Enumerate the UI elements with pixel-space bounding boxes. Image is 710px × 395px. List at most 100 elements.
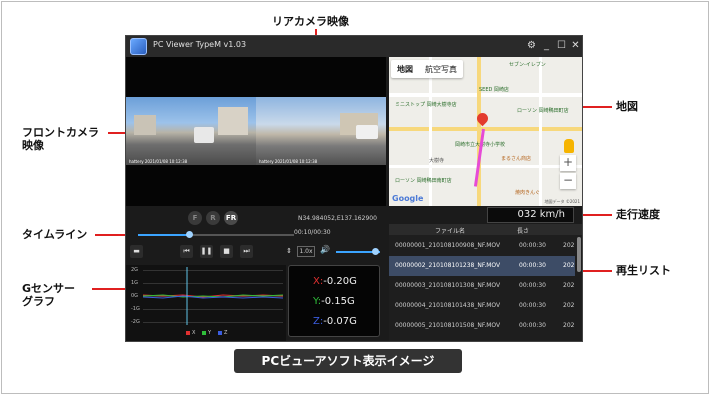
map-label: まるさん商店 <box>501 156 532 162</box>
legend-y-label: Y <box>208 330 212 336</box>
front-camera-button[interactable]: F <box>188 211 202 225</box>
close-icon[interactable]: ✕ <box>569 39 582 52</box>
app-window: PC Viewer TypeM v1.03 ⚙ _ ☐ ✕ hattery 20… <box>125 35 583 342</box>
row-date: 202 <box>563 242 575 249</box>
row-length: 00:00:30 <box>519 262 546 269</box>
row-filename: 00000001_210108100908_NF.MOV <box>395 242 501 249</box>
front-rear-camera-button[interactable]: FR <box>224 211 238 225</box>
gear-icon[interactable]: ⚙ <box>525 39 538 52</box>
app-title: PC Viewer TypeM v1.03 <box>153 40 247 49</box>
legend-x: X <box>186 330 195 336</box>
map-panel[interactable]: 地図 航空写真 セブン-イレブン SEED 岡崎店 ミニストップ 岡崎大樹寺店 … <box>389 57 582 206</box>
row-filename: 00000003_210108101308_NF.MOV <box>395 282 501 289</box>
skip-back-icon[interactable]: ⏮ <box>180 245 193 258</box>
video-area: hattery 2021/01/08 10:12:38 hattery 2021… <box>126 57 386 206</box>
zoom-in-button[interactable]: + <box>560 155 576 171</box>
row-filename: 00000004_210108101438_NF.MOV <box>395 302 501 309</box>
volume-handle[interactable] <box>372 248 379 255</box>
gsensor-values: X:-0.20G Y:-0.15G Z:-0.07G <box>288 265 380 337</box>
playlist-callout: 再生リスト <box>616 264 671 277</box>
playback-time: 00:10/00:30 <box>294 229 331 236</box>
gsensor-callout: Gセンサー グラフ <box>22 282 75 308</box>
table-row[interactable]: 00000002_210108101238_NF.MOV 00:00:30 202 <box>389 256 575 276</box>
tab-satellite[interactable]: 航空写真 <box>419 60 463 78</box>
speed-callout: 走行速度 <box>616 208 660 221</box>
map-label: 焼肉きんぐ <box>515 190 541 196</box>
map-credit: 地図データ ©2021 <box>544 199 580 204</box>
gsensor-callout-line1: Gセンサー <box>22 282 76 295</box>
row-length: 00:00:30 <box>519 302 546 309</box>
table-row[interactable]: 00000004_210108101438_NF.MOV 00:00:30 202 <box>389 296 575 316</box>
row-date: 202 <box>563 262 575 269</box>
map-label: ローソン 岡崎鴨田南町店 <box>395 178 452 184</box>
map-label: SEED 岡崎店 <box>479 87 509 93</box>
figure-caption: PCビューアソフト表示イメージ <box>234 349 462 373</box>
playback-speed-select[interactable]: 1.0x <box>297 246 315 257</box>
speed-display: 032 km/h <box>487 207 574 223</box>
row-date: 202 <box>563 322 575 329</box>
playlist-header: ファイル名 長さ <box>389 224 582 235</box>
gsensor-axis-label: 0G <box>131 293 139 299</box>
gsensor-callout-line2: グラフ <box>22 295 55 308</box>
stop-icon[interactable]: ■ <box>220 245 233 258</box>
skip-forward-icon[interactable]: ⏭ <box>240 245 253 258</box>
row-length: 00:00:30 <box>519 322 546 329</box>
app-logo-icon <box>130 38 147 55</box>
gsensor-y-value: Y:-0.15G <box>313 296 355 307</box>
playlist-scrollbar[interactable] <box>577 237 581 272</box>
gsensor-axis-label: 1G <box>131 280 139 286</box>
folder-icon[interactable]: ▬ <box>130 245 143 258</box>
rear-camera-timestamp: hattery 2021/01/08 10:12:38 <box>259 159 318 164</box>
gps-coordinates: N34.984052,E137.162900 <box>298 215 377 222</box>
table-row[interactable]: 00000001_210108100908_NF.MOV 00:00:30 202 <box>389 236 575 256</box>
maximize-icon[interactable]: ☐ <box>555 39 568 52</box>
front-camera-callout-line2: 映像 <box>22 139 44 152</box>
legend-x-label: X <box>192 330 196 336</box>
gsensor-z-value: Z:-0.07G <box>313 316 357 327</box>
title-bar: PC Viewer TypeM v1.03 ⚙ _ ☐ ✕ <box>126 36 582 57</box>
legend-y: Y <box>202 330 211 336</box>
row-date: 202 <box>563 302 575 309</box>
timeline-handle[interactable] <box>186 231 194 238</box>
row-length: 00:00:30 <box>519 242 546 249</box>
gsensor-axis-label: 2G <box>131 267 139 273</box>
front-camera-callout-line1: フロントカメラ <box>22 126 99 139</box>
timeline-callout: タイムライン <box>22 228 88 241</box>
gsensor-graph: 2G 1G 0G -1G -2G X Y Z <box>126 265 286 341</box>
pegman-icon[interactable] <box>564 139 574 153</box>
gsensor-plot <box>143 267 283 325</box>
row-length: 00:00:30 <box>519 282 546 289</box>
gsensor-x-value: X:-0.20G <box>313 276 357 287</box>
rear-camera-button[interactable]: R <box>206 211 220 225</box>
timeline-progress <box>138 234 190 236</box>
map-label: ローソン 岡崎鴨田町店 <box>517 108 569 114</box>
zoom-out-button[interactable]: − <box>560 173 576 189</box>
tab-map[interactable]: 地図 <box>391 60 419 78</box>
volume-icon[interactable]: 🔊 <box>320 245 330 254</box>
pause-icon[interactable]: ❚❚ <box>200 245 213 258</box>
playback-controls: F R FR N34.984052,E137.162900 00:10/00:3… <box>126 207 386 265</box>
front-camera-video[interactable]: hattery 2021/01/08 10:12:38 <box>126 97 256 165</box>
legend-z-label: Z <box>224 330 228 336</box>
minimize-icon[interactable]: _ <box>540 39 553 52</box>
rear-camera-video[interactable]: hattery 2021/01/08 10:12:38 <box>256 97 386 165</box>
rear-camera-callout: リアカメラ映像 <box>272 15 349 28</box>
gsensor-axis-label: -1G <box>131 306 140 312</box>
column-header-filename[interactable]: ファイル名 <box>435 226 465 235</box>
map-callout: 地図 <box>616 100 638 113</box>
speed-stepper-icon[interactable]: ⇕ <box>284 245 294 258</box>
legend-z: Z <box>218 330 227 336</box>
row-filename: 00000005_210108101508_NF.MOV <box>395 322 501 329</box>
map-label: 大樹寺 <box>429 158 445 164</box>
front-camera-timestamp: hattery 2021/01/08 10:12:38 <box>129 159 188 164</box>
timeline-slider[interactable] <box>138 231 294 238</box>
column-header-length[interactable]: 長さ <box>517 226 529 235</box>
playlist: ファイル名 長さ 00000001_210108100908_NF.MOV 00:… <box>389 224 582 341</box>
front-camera-callout: フロントカメラ 映像 <box>22 126 99 152</box>
table-row[interactable]: 00000003_210108101308_NF.MOV 00:00:30 202 <box>389 276 575 296</box>
gsensor-axis-label: -2G <box>131 319 140 325</box>
map-pointer <box>579 106 612 108</box>
row-date: 202 <box>563 282 575 289</box>
map-label: ミニストップ 岡崎大樹寺店 <box>395 102 457 108</box>
table-row[interactable]: 00000005_210108101508_NF.MOV 00:00:30 202 <box>389 316 575 336</box>
